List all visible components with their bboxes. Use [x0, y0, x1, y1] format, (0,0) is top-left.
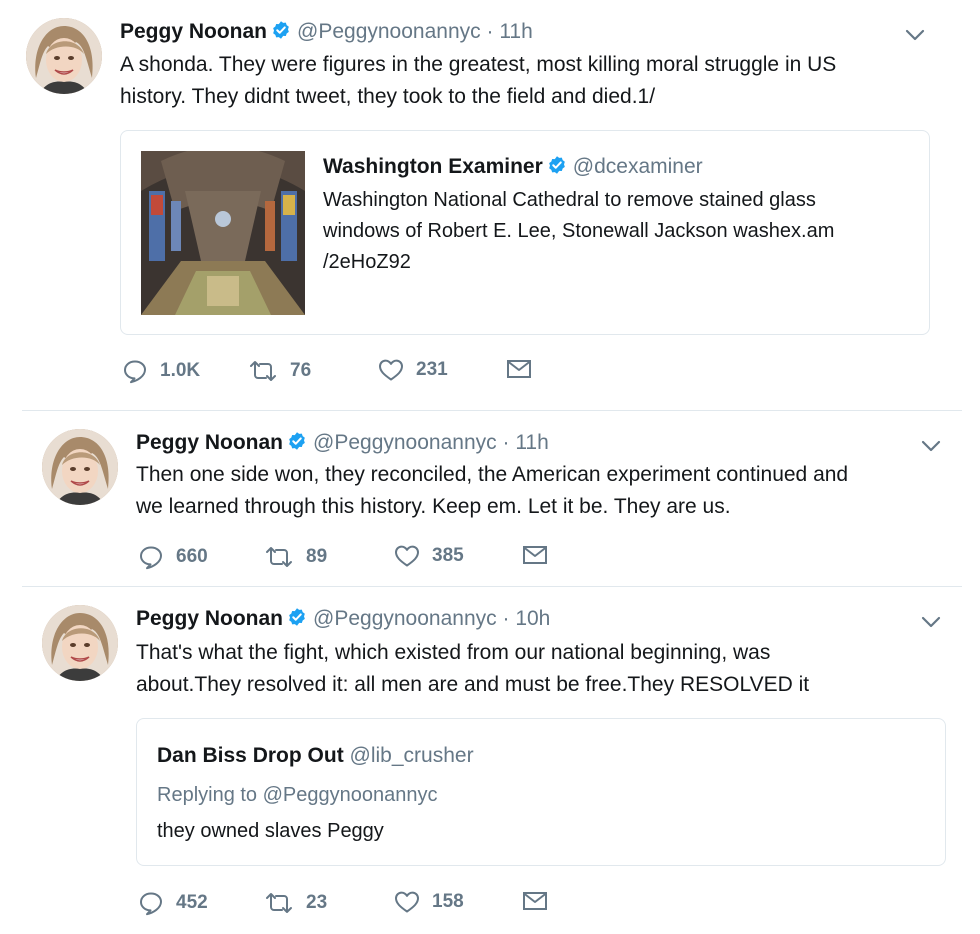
retweet-button[interactable]: 23: [264, 890, 327, 916]
author-name[interactable]: Peggy Noonan: [136, 431, 283, 454]
author-handle[interactable]: @Peggynoonannyc: [297, 20, 481, 43]
direct-message-button[interactable]: [506, 358, 532, 380]
replying-to-text[interactable]: Replying to @Peggynoonannyc: [157, 779, 438, 811]
verified-badge-icon: [547, 155, 567, 175]
like-button[interactable]: 231: [378, 358, 448, 382]
chevron-down-icon[interactable]: [920, 439, 942, 453]
tweet-text: A shonda. They were figures in the great…: [120, 53, 837, 108]
avatar[interactable]: [26, 18, 102, 94]
tweet-actions: 660 89 385: [136, 544, 616, 576]
separator-dot: ·: [496, 607, 516, 630]
reply-icon: [138, 890, 164, 916]
verified-badge-icon: [271, 20, 291, 40]
tweet-header: Peggy Noonan @Peggynoonannyc · 11h: [136, 431, 549, 455]
envelope-icon: [506, 358, 532, 380]
retweet-count: 23: [306, 892, 328, 913]
retweet-button[interactable]: 76: [248, 358, 311, 384]
reply-count: 1.0K: [160, 360, 201, 381]
reply-count: 452: [176, 892, 208, 913]
like-count: 231: [416, 359, 448, 380]
quoted-tweet-card[interactable]: Washington Examiner @dcexaminer Washingto…: [120, 130, 930, 335]
quoted-author-handle[interactable]: @dcexaminer: [573, 155, 703, 178]
direct-message-button[interactable]: [522, 544, 548, 566]
retweet-count: 76: [290, 360, 312, 381]
tweet-text: Then one side won, they reconciled, the …: [136, 463, 849, 518]
envelope-icon: [522, 544, 548, 566]
separator-dot: ·: [480, 20, 500, 43]
quoted-author-handle[interactable]: @lib_crusher: [350, 744, 474, 767]
tweet[interactable]: Peggy Noonan @Peggynoonannyc · 10h That's…: [0, 587, 980, 934]
tweet-header: Peggy Noonan @Peggynoonannyc · 10h: [136, 607, 550, 631]
like-count: 385: [432, 545, 464, 566]
tweet-text: That's what the fight, which existed fro…: [136, 641, 810, 696]
author-name[interactable]: Peggy Noonan: [120, 20, 267, 43]
tweet-actions: 1.0K 76 231: [120, 358, 600, 390]
heart-icon: [394, 544, 420, 568]
quoted-tweet-text: they owned slaves Peggy: [157, 820, 384, 842]
avatar[interactable]: [42, 429, 118, 505]
quoted-author-name[interactable]: Dan Biss Drop Out: [157, 744, 344, 767]
direct-message-button[interactable]: [522, 890, 548, 912]
envelope-icon: [522, 890, 548, 912]
author-handle[interactable]: @Peggynoonannyc: [313, 607, 497, 630]
like-button[interactable]: 158: [394, 890, 464, 914]
verified-badge-icon: [287, 431, 307, 451]
cathedral-image: [141, 151, 305, 315]
quoted-tweet-text: Washington National Cathedral to remove …: [323, 189, 835, 273]
retweet-icon: [264, 544, 294, 570]
reply-icon: [138, 544, 164, 570]
author-handle[interactable]: @Peggynoonannyc: [313, 431, 497, 454]
retweet-count: 89: [306, 546, 328, 567]
timestamp[interactable]: 11h: [515, 431, 548, 454]
tweet[interactable]: Peggy Noonan @Peggynoonannyc · 11h A shon…: [0, 0, 980, 410]
tweet-header: Peggy Noonan @Peggynoonannyc · 11h: [120, 20, 533, 44]
reply-button[interactable]: 660: [138, 544, 208, 570]
separator-dot: ·: [496, 431, 516, 454]
reply-count: 660: [176, 546, 208, 567]
reply-button[interactable]: 452: [138, 890, 208, 916]
quoted-tweet-header: Washington Examiner @dcexaminer: [323, 155, 703, 179]
timestamp[interactable]: 11h: [499, 20, 532, 43]
heart-icon: [378, 358, 404, 382]
like-button[interactable]: 385: [394, 544, 464, 568]
reply-button[interactable]: 1.0K: [122, 358, 200, 384]
verified-badge-icon: [287, 607, 307, 627]
heart-icon: [394, 890, 420, 914]
tweet[interactable]: Peggy Noonan @Peggynoonannyc · 11h Then o…: [0, 411, 980, 586]
retweet-icon: [264, 890, 294, 916]
avatar[interactable]: [42, 605, 118, 681]
quoted-author-name[interactable]: Washington Examiner: [323, 155, 543, 178]
tweet-actions: 452 23 158: [136, 890, 616, 922]
reply-icon: [122, 358, 148, 384]
retweet-button[interactable]: 89: [264, 544, 327, 570]
quoted-tweet-card[interactable]: Dan Biss Drop Out @lib_crusher Replying …: [136, 718, 946, 866]
author-name[interactable]: Peggy Noonan: [136, 607, 283, 630]
retweet-icon: [248, 358, 278, 384]
chevron-down-icon[interactable]: [904, 28, 926, 42]
timestamp[interactable]: 10h: [515, 607, 550, 630]
chevron-down-icon[interactable]: [920, 615, 942, 629]
quoted-tweet-header: Dan Biss Drop Out @lib_crusher: [157, 744, 474, 768]
like-count: 158: [432, 891, 464, 912]
